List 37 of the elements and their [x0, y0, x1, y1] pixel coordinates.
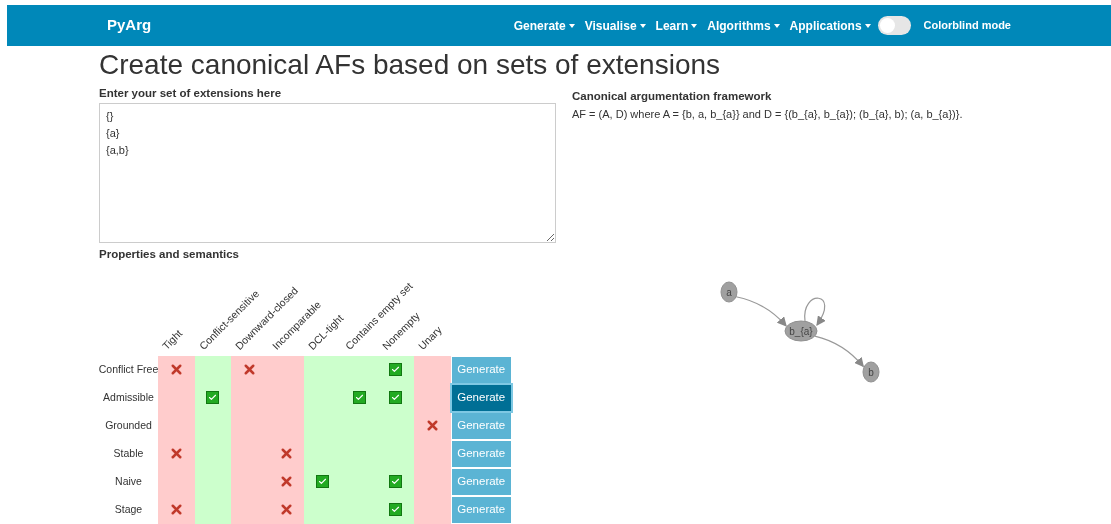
nav-menu[interactable]: Visualise — [579, 16, 651, 35]
edge-arrow — [814, 335, 864, 368]
caret-icon — [864, 23, 871, 28]
graph-node[interactable]: a — [720, 281, 738, 303]
generate-button[interactable]: Generate — [451, 468, 511, 495]
generate-button[interactable]: Generate — [451, 412, 511, 439]
caret-icon — [568, 23, 575, 28]
framework-description: AF = (A, D) where A = {b, a, b_{a}} and D = {(b_{a}, b_{a}); (b_{a}, b); (a, b_{a})}. — [572, 107, 964, 123]
row-label: Conflict Free — [99, 361, 158, 377]
caret-icon — [691, 23, 698, 28]
row-label: Admissible — [102, 389, 155, 405]
nav-menu[interactable]: Algorithms — [702, 16, 785, 35]
generate-button[interactable]: Generate — [451, 496, 511, 523]
extensions-input[interactable]: {} {a} {a,b} — [99, 103, 556, 244]
generate-button[interactable]: Generate — [451, 384, 511, 411]
nav-menu[interactable]: Generate — [508, 16, 580, 35]
nav-menu[interactable]: Applications — [784, 16, 876, 35]
generate-button[interactable]: Generate — [451, 356, 511, 383]
caret-icon — [639, 23, 646, 28]
brand-name[interactable]: PyArg — [107, 14, 152, 37]
row-label: Grounded — [104, 417, 153, 433]
toggle-label: Colorblind mode — [923, 18, 1011, 34]
page-title: Create canonical AFs based on sets of extensions — [99, 48, 721, 82]
generate-button[interactable]: Generate — [451, 440, 511, 467]
row-label: Stable — [112, 445, 145, 461]
graph-node[interactable]: b_{a} — [784, 320, 818, 342]
toggle-switch[interactable] — [877, 16, 911, 35]
row-label: Stage — [113, 501, 144, 517]
nav-menu[interactable]: Learn — [650, 16, 703, 35]
self-loop-arrow — [804, 297, 826, 326]
row-label: Naive — [114, 473, 143, 489]
graph-node[interactable]: b — [862, 361, 880, 383]
field-label: Enter your set of extensions here — [99, 86, 283, 101]
edge-arrow — [735, 295, 787, 327]
section-label: Properties and semantics — [99, 247, 240, 263]
framework-title: Canonical argumentation framework — [572, 89, 773, 104]
caret-icon — [773, 23, 780, 28]
